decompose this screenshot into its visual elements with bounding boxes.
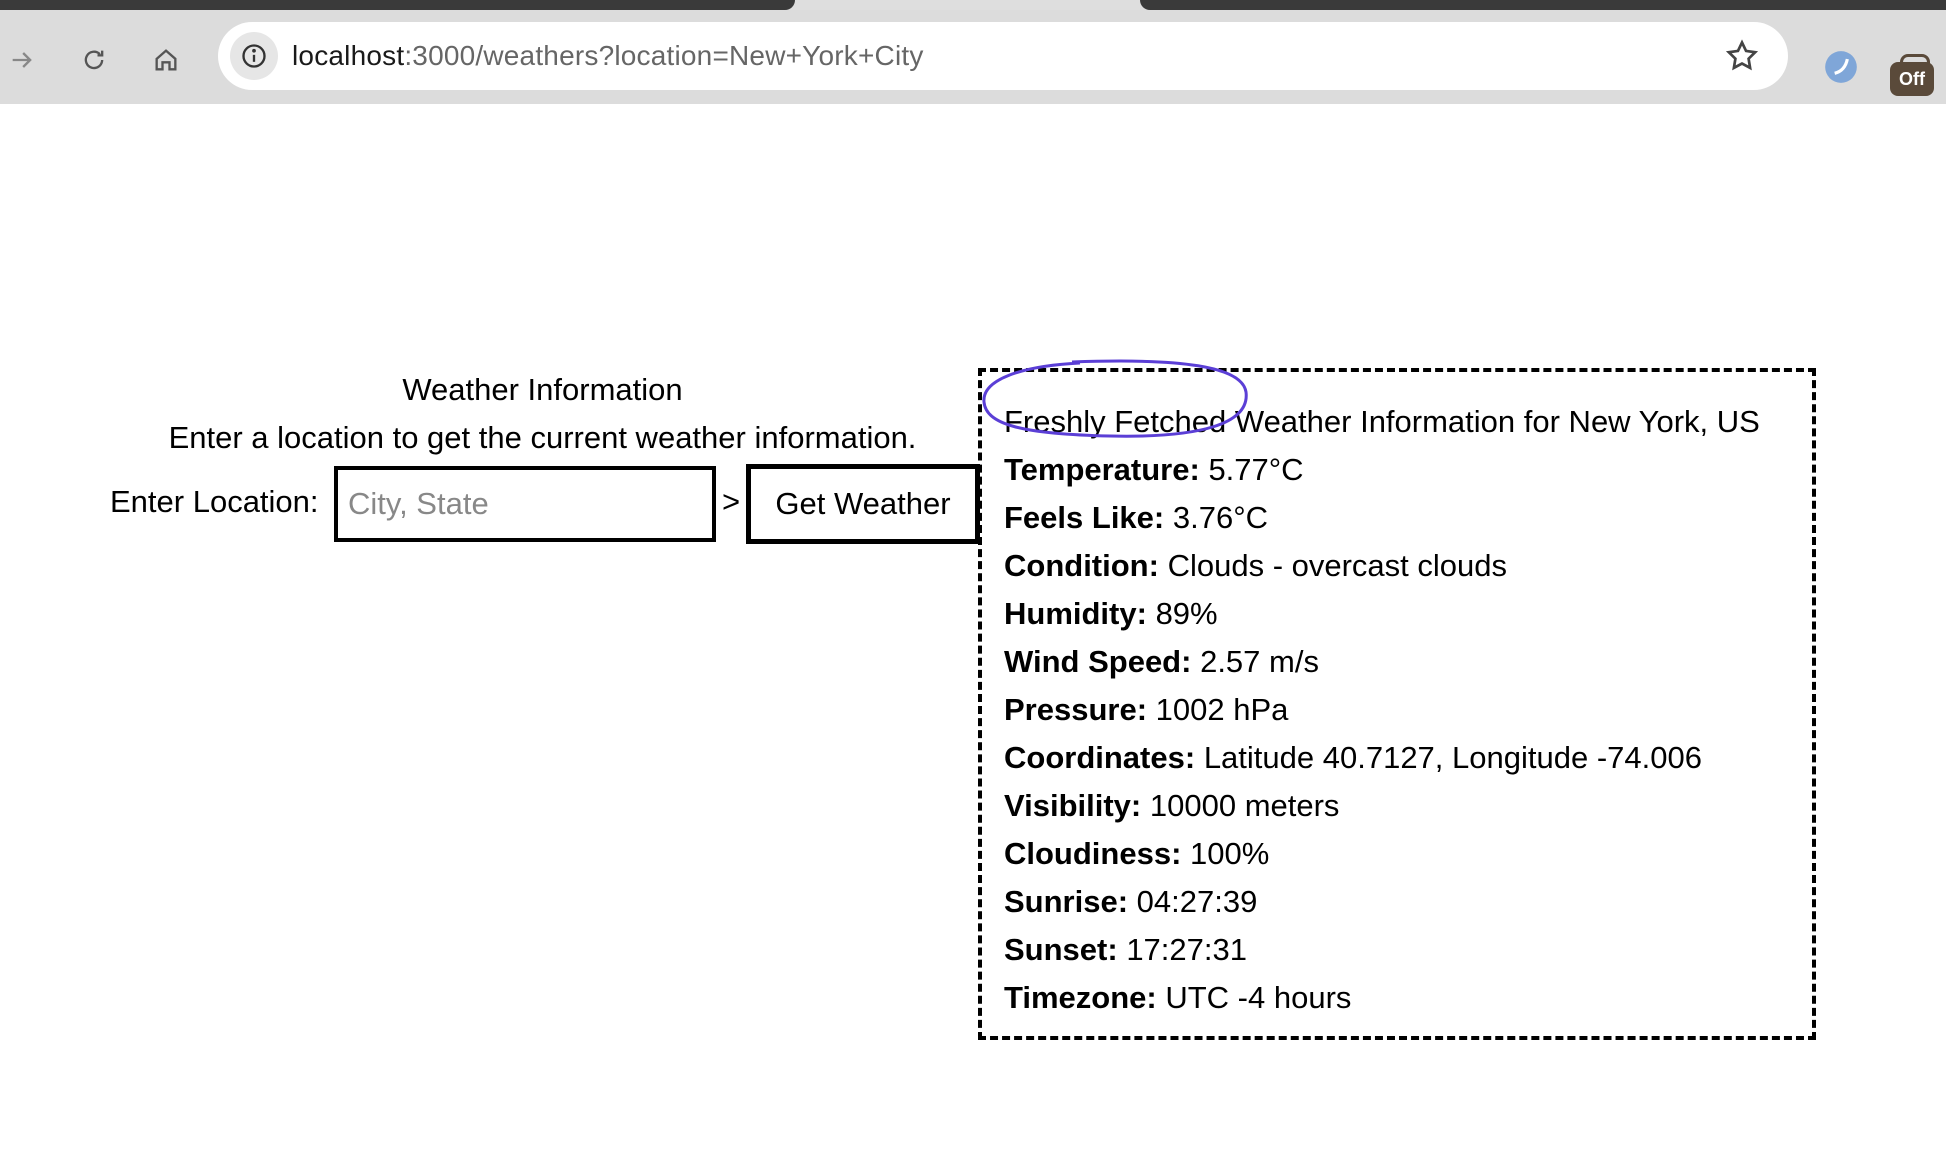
row-label: Feels Like: xyxy=(1004,500,1165,535)
row-value: Clouds - overcast clouds xyxy=(1167,548,1508,583)
weather-result-box: Freshly Fetched Weather Information for … xyxy=(978,359,1816,1040)
weather-row-cloudiness: Cloudiness: 100% xyxy=(1004,830,1812,878)
url-host: localhost xyxy=(292,40,405,71)
row-label: Timezone: xyxy=(1004,980,1157,1015)
weather-row-pressure: Pressure: 1002 hPa xyxy=(1004,686,1812,734)
url-path: :3000/weathers?location=New+York+City xyxy=(404,40,924,71)
page-title: Weather Information xyxy=(402,372,683,407)
row-value: 1002 hPa xyxy=(1155,692,1289,727)
row-label: Humidity: xyxy=(1004,596,1147,631)
tab-strip xyxy=(0,0,1946,10)
weather-row-feels-like: Feels Like: 3.76°C xyxy=(1004,494,1812,542)
row-label: Condition: xyxy=(1004,548,1159,583)
row-value: 5.77°C xyxy=(1208,452,1304,487)
row-label: Cloudiness: xyxy=(1004,836,1182,871)
weather-row-sunset: Sunset: 17:27:31 xyxy=(1004,926,1812,974)
browser-toolbar: localhost:3000/weathers?location=New+Yor… xyxy=(0,10,1946,104)
page-subtitle: Enter a location to get the current weat… xyxy=(168,420,917,455)
inactive-tab[interactable] xyxy=(0,0,795,10)
weather-row-timezone: Timezone: UTC -4 hours xyxy=(1004,974,1812,1022)
row-value: 3.76°C xyxy=(1172,500,1268,535)
row-value: Latitude 40.7127, Longitude -74.006 xyxy=(1203,740,1702,775)
weather-rows: Temperature: 5.77°C Feels Like: 3.76°C C… xyxy=(1004,446,1812,1022)
row-value: 89% xyxy=(1155,596,1218,631)
row-label: Pressure: xyxy=(1004,692,1148,727)
arrow-text: > xyxy=(721,484,741,519)
extension-badge-text: Off xyxy=(1899,68,1925,89)
row-value: 2.57 m/s xyxy=(1200,644,1319,679)
row-label: Sunrise: xyxy=(1004,884,1129,919)
weather-row-wind-speed: Wind Speed: 2.57 m/s xyxy=(1004,638,1812,686)
weather-row-sunrise: Sunrise: 04:27:39 xyxy=(1004,878,1812,926)
url-text[interactable]: localhost:3000/weathers?location=New+Yor… xyxy=(292,40,924,72)
weather-row-condition: Condition: Clouds - overcast clouds xyxy=(1004,542,1812,590)
location-input[interactable] xyxy=(334,466,716,542)
annotation-circle xyxy=(982,359,1248,438)
weather-row-visibility: Visibility: 10000 meters xyxy=(1004,782,1812,830)
site-info-icon[interactable] xyxy=(230,32,278,80)
row-label: Coordinates: xyxy=(1004,740,1196,775)
row-label: Visibility: xyxy=(1004,788,1142,823)
weather-row-temperature: Temperature: 5.77°C xyxy=(1004,446,1812,494)
extension-icon[interactable] xyxy=(1822,48,1860,86)
row-value: 10000 meters xyxy=(1149,788,1340,823)
address-bar[interactable]: localhost:3000/weathers?location=New+Yor… xyxy=(218,22,1788,90)
row-value: UTC -4 hours xyxy=(1165,980,1352,1015)
location-label: Enter Location: xyxy=(110,484,319,519)
row-value: 100% xyxy=(1190,836,1270,871)
extension-off-icon[interactable]: Off xyxy=(1890,54,1934,96)
row-label: Wind Speed: xyxy=(1004,644,1192,679)
home-icon[interactable] xyxy=(146,40,186,80)
get-weather-button[interactable]: Get Weather xyxy=(746,464,980,544)
row-value: 04:27:39 xyxy=(1136,884,1258,919)
weather-row-coordinates: Coordinates: Latitude 40.7127, Longitude… xyxy=(1004,734,1812,782)
reload-icon[interactable] xyxy=(74,40,114,80)
row-label: Temperature: xyxy=(1004,452,1200,487)
row-value: 17:27:31 xyxy=(1126,932,1247,967)
bookmark-star-icon[interactable] xyxy=(1724,38,1760,74)
weather-row-humidity: Humidity: 89% xyxy=(1004,590,1812,638)
forward-icon[interactable] xyxy=(2,40,42,80)
inactive-tab[interactable] xyxy=(1140,0,1946,10)
row-label: Sunset: xyxy=(1004,932,1118,967)
